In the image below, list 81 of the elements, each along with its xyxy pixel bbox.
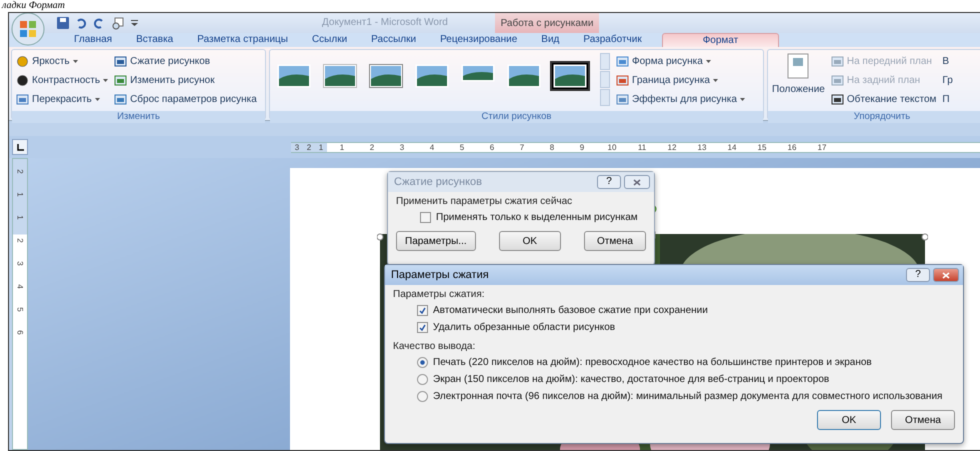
save-icon[interactable] <box>57 17 69 29</box>
ribbon-command[interactable]: Граница рисунка <box>616 72 745 89</box>
help-button[interactable]: ? <box>597 175 621 189</box>
print-preview-icon[interactable] <box>111 16 125 30</box>
ribbon-tab[interactable]: Вид <box>529 33 572 47</box>
picture-style[interactable] <box>550 61 590 91</box>
caret-icon <box>103 79 108 82</box>
position-button[interactable]: Положение <box>772 81 825 98</box>
ribbon-command[interactable]: Сброс параметров рисунка <box>114 91 257 108</box>
context-group-label: Работа с рисунками <box>495 13 599 33</box>
tab-selector-button[interactable] <box>12 139 28 155</box>
check-icon <box>419 306 426 314</box>
dialog-button[interactable]: OK <box>498 231 561 251</box>
ribbon-tab[interactable]: Главная <box>62 33 124 47</box>
window-title: Документ1 - Microsoft Word <box>322 17 448 28</box>
picture-icon <box>114 74 128 87</box>
ribbon-command[interactable]: Изменить рисунок <box>114 72 257 89</box>
ribbon-command[interactable]: Сжатие рисунков <box>114 53 257 70</box>
close-icon <box>633 178 641 186</box>
ribbon-command[interactable]: Форма рисунка <box>616 53 745 70</box>
ribbon-command[interactable]: Контрастность <box>16 72 108 89</box>
caret-icon <box>72 60 78 63</box>
checkbox-option[interactable]: Автоматически выполнять базовое сжатие при сохранении <box>393 303 708 317</box>
ribbon-tab[interactable]: Формат <box>662 33 780 47</box>
ribbon-command[interactable]: Эффекты для рисунка <box>616 91 745 108</box>
ribbon-tab[interactable]: Рецензирование <box>428 33 530 47</box>
section-label: Качество вывода: <box>393 341 476 352</box>
checkbox-option[interactable]: Применять только к выделенным рисункам <box>396 210 638 224</box>
dialog-button[interactable]: Отмена <box>584 231 646 251</box>
ribbon-tab[interactable]: Разметка страницы <box>185 33 300 47</box>
style-thumbnail-icon <box>507 64 541 88</box>
ribbon-tab[interactable]: Рассылки <box>359 33 428 47</box>
horizontal-ruler[interactable]: 3 2 1 1 2 3 4 5 6 7 8 9 10 11 12 13 14 15 16 17 <box>291 142 980 152</box>
group-label: Изменить <box>12 111 265 123</box>
left-tab-icon <box>16 144 24 150</box>
ribbon-command[interactable]: Яркость <box>16 53 108 70</box>
ribbon-tab[interactable]: Ссылки <box>300 33 360 47</box>
ribbon-command[interactable]: Обтекание текстом <box>830 91 936 108</box>
caret-icon <box>712 79 718 82</box>
ribbon-command[interactable]: Гр <box>942 72 953 89</box>
section-label: Применить параметры сжатия сейчас <box>396 196 574 207</box>
picture-style[interactable] <box>366 61 406 91</box>
close-button[interactable] <box>933 268 959 282</box>
help-button[interactable]: ? <box>906 268 930 282</box>
dialog-title: Параметры сжатия <box>391 269 490 281</box>
radio-option[interactable]: Электронная почта (96 пикселов на дюйм): минимальный размер документа для совместного использования <box>393 389 942 403</box>
undo-icon[interactable] <box>75 17 87 29</box>
checkbox-option[interactable]: Удалить обрезанные области рисунков <box>393 320 616 334</box>
caption-text: ладки Формат <box>0 0 65 12</box>
radio-option[interactable]: Экран (150 пикселов на дюйм): качество, достаточное для веб-страниц и проекторов <box>393 372 830 386</box>
dialog-title: Сжатие рисунков <box>394 176 484 188</box>
style-thumbnail-icon <box>415 64 449 88</box>
contrast-icon <box>16 74 29 87</box>
picture-style[interactable] <box>320 61 360 91</box>
radio-option[interactable]: Печать (220 пикселов на дюйм): превосходное качество на большинстве принтеров и экранов <box>393 355 872 369</box>
group-label: Стили рисунков <box>270 111 763 123</box>
ribbon-command[interactable]: Перекрасить <box>16 91 108 108</box>
caret-icon <box>740 98 745 101</box>
ribbon-tab[interactable]: Вставка <box>124 33 186 47</box>
redo-icon[interactable] <box>93 17 105 29</box>
vertical-ruler[interactable]: 2 1 1 2 3 4 5 6 <box>12 158 28 450</box>
dialog-button[interactable]: Параметры... <box>396 231 476 251</box>
close-icon <box>942 272 950 278</box>
caret-icon <box>706 60 711 63</box>
style-thumbnail-icon <box>323 64 357 88</box>
style-thumbnail-icon <box>369 64 403 88</box>
check-icon <box>419 324 426 330</box>
ribbon-command[interactable]: В <box>942 53 953 70</box>
sun-icon <box>16 55 29 68</box>
caret-icon <box>94 98 100 101</box>
dialog-button[interactable]: Отмена <box>891 410 955 430</box>
close-button[interactable] <box>624 175 650 189</box>
ribbon-tab[interactable]: Разработчик <box>571 33 654 47</box>
style-thumbnail-icon <box>553 64 587 88</box>
position-icon[interactable] <box>787 53 810 79</box>
group-label: Упорядочить <box>768 111 980 123</box>
section-label: Параметры сжатия: <box>393 289 486 300</box>
dialog-button[interactable]: OK <box>817 410 881 430</box>
ribbon-command[interactable]: П <box>942 91 953 108</box>
style-thumbnail-icon <box>277 64 311 88</box>
customize-icon[interactable] <box>131 19 138 27</box>
